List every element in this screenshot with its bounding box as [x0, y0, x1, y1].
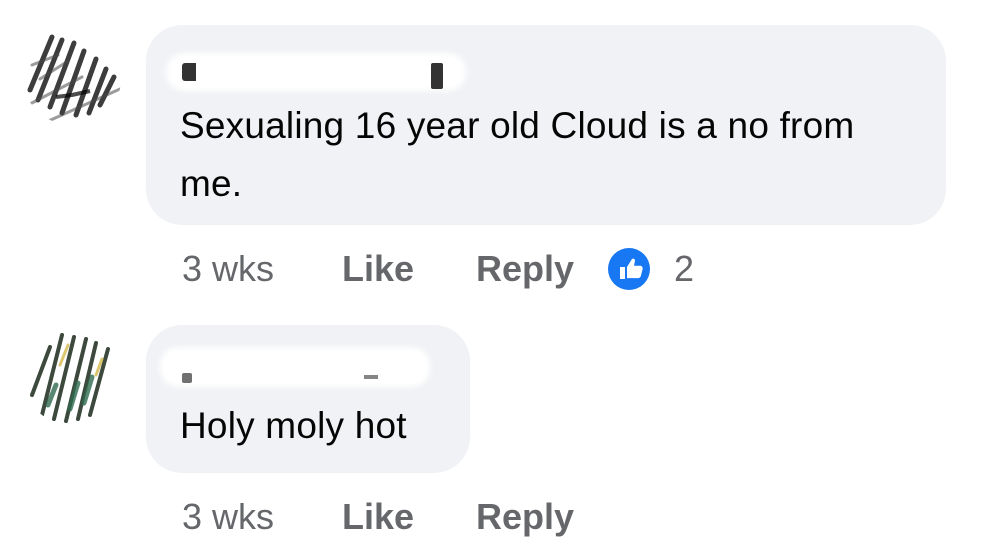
comment-1: Sexualing 16 year old Cloud is a no from… — [0, 0, 1000, 300]
like-button[interactable]: Like — [342, 492, 414, 542]
reply-button[interactable]: Reply — [476, 492, 574, 542]
name-redaction — [160, 347, 430, 387]
comment-text: Holy moly hot — [180, 405, 407, 446]
comment-actions: 3 wks Like Reply — [182, 492, 682, 542]
reaction-count[interactable]: 2 — [674, 244, 694, 294]
timestamp[interactable]: 3 wks — [182, 244, 274, 294]
like-reaction-icon[interactable] — [608, 248, 650, 290]
name-fragment-left — [182, 373, 192, 383]
avatar-image — [23, 326, 121, 424]
comments-page: { "comments": [ { "author": "", "text": … — [0, 0, 1000, 556]
avatar-image — [23, 26, 122, 125]
name-fragment-left — [182, 63, 196, 81]
comment-actions: 3 wks Like Reply 2 — [182, 244, 882, 294]
commenter-avatar[interactable] — [22, 25, 122, 125]
thumbs-up-icon — [620, 258, 643, 279]
name-fragment-right — [431, 63, 443, 89]
comment-2: Holy moly hot 3 wks Like Reply — [0, 300, 1000, 556]
name-fragment-right — [364, 375, 378, 379]
like-button[interactable]: Like — [342, 244, 414, 294]
comment-bubble: Sexualing 16 year old Cloud is a no from… — [146, 25, 946, 225]
name-redaction — [166, 53, 466, 91]
comment-bubble: Holy moly hot — [146, 325, 470, 473]
commenter-avatar[interactable] — [22, 325, 122, 425]
comment-text: Sexualing 16 year old Cloud is a no from… — [180, 105, 855, 204]
timestamp[interactable]: 3 wks — [182, 492, 274, 542]
reply-button[interactable]: Reply — [476, 244, 574, 294]
